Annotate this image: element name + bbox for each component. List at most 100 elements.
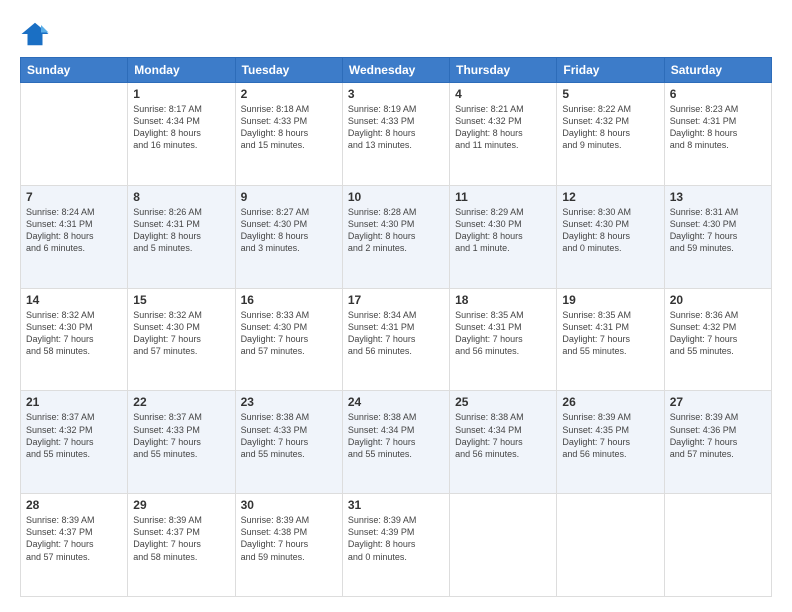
calendar-cell: 13 Sunrise: 8:31 AM Sunset: 4:30 PM Dayli… bbox=[664, 185, 771, 288]
calendar-cell: 21 Sunrise: 8:37 AM Sunset: 4:32 PM Dayli… bbox=[21, 391, 128, 494]
calendar-table: SundayMondayTuesdayWednesdayThursdayFrid… bbox=[20, 57, 772, 597]
calendar-cell: 11 Sunrise: 8:29 AM Sunset: 4:30 PM Dayli… bbox=[450, 185, 557, 288]
day-number: 28 bbox=[26, 498, 122, 512]
calendar-cell: 26 Sunrise: 8:39 AM Sunset: 4:35 PM Dayli… bbox=[557, 391, 664, 494]
day-info: Sunrise: 8:27 AM Sunset: 4:30 PM Dayligh… bbox=[241, 206, 337, 255]
calendar-cell: 5 Sunrise: 8:22 AM Sunset: 4:32 PM Daylig… bbox=[557, 83, 664, 186]
logo-icon bbox=[20, 19, 50, 49]
day-info: Sunrise: 8:17 AM Sunset: 4:34 PM Dayligh… bbox=[133, 103, 229, 152]
calendar-cell: 22 Sunrise: 8:37 AM Sunset: 4:33 PM Dayli… bbox=[128, 391, 235, 494]
weekday-header-monday: Monday bbox=[128, 58, 235, 83]
calendar-week-row: 1 Sunrise: 8:17 AM Sunset: 4:34 PM Daylig… bbox=[21, 83, 772, 186]
day-number: 8 bbox=[133, 190, 229, 204]
calendar-cell bbox=[664, 494, 771, 597]
logo bbox=[20, 19, 53, 49]
calendar-cell: 2 Sunrise: 8:18 AM Sunset: 4:33 PM Daylig… bbox=[235, 83, 342, 186]
day-number: 13 bbox=[670, 190, 766, 204]
calendar-cell: 1 Sunrise: 8:17 AM Sunset: 4:34 PM Daylig… bbox=[128, 83, 235, 186]
day-info: Sunrise: 8:19 AM Sunset: 4:33 PM Dayligh… bbox=[348, 103, 444, 152]
weekday-header-thursday: Thursday bbox=[450, 58, 557, 83]
day-number: 6 bbox=[670, 87, 766, 101]
calendar-cell: 23Sunrise: 8:38 AM Sunset: 4:33 PM Dayli… bbox=[235, 391, 342, 494]
calendar-cell bbox=[557, 494, 664, 597]
calendar-cell: 20 Sunrise: 8:36 AM Sunset: 4:32 PM Dayli… bbox=[664, 288, 771, 391]
day-info: Sunrise: 8:31 AM Sunset: 4:30 PM Dayligh… bbox=[670, 206, 766, 255]
day-number: 21 bbox=[26, 395, 122, 409]
day-number: 20 bbox=[670, 293, 766, 307]
calendar-week-row: 7Sunrise: 8:24 AM Sunset: 4:31 PM Daylig… bbox=[21, 185, 772, 288]
weekday-header-row: SundayMondayTuesdayWednesdayThursdayFrid… bbox=[21, 58, 772, 83]
day-info: Sunrise: 8:36 AM Sunset: 4:32 PM Dayligh… bbox=[670, 309, 766, 358]
day-number: 25 bbox=[455, 395, 551, 409]
calendar-cell: 7Sunrise: 8:24 AM Sunset: 4:31 PM Daylig… bbox=[21, 185, 128, 288]
calendar-cell: 28 Sunrise: 8:39 AM Sunset: 4:37 PM Dayli… bbox=[21, 494, 128, 597]
calendar-cell: 10Sunrise: 8:28 AM Sunset: 4:30 PM Dayli… bbox=[342, 185, 449, 288]
calendar-cell: 9Sunrise: 8:27 AM Sunset: 4:30 PM Daylig… bbox=[235, 185, 342, 288]
calendar-cell: 17Sunrise: 8:34 AM Sunset: 4:31 PM Dayli… bbox=[342, 288, 449, 391]
day-info: Sunrise: 8:39 AM Sunset: 4:38 PM Dayligh… bbox=[241, 514, 337, 563]
day-info: Sunrise: 8:35 AM Sunset: 4:31 PM Dayligh… bbox=[562, 309, 658, 358]
day-info: Sunrise: 8:32 AM Sunset: 4:30 PM Dayligh… bbox=[26, 309, 122, 358]
calendar-cell: 19 Sunrise: 8:35 AM Sunset: 4:31 PM Dayli… bbox=[557, 288, 664, 391]
day-info: Sunrise: 8:39 AM Sunset: 4:37 PM Dayligh… bbox=[26, 514, 122, 563]
day-number: 30 bbox=[241, 498, 337, 512]
weekday-header-saturday: Saturday bbox=[664, 58, 771, 83]
weekday-header-sunday: Sunday bbox=[21, 58, 128, 83]
day-number: 5 bbox=[562, 87, 658, 101]
weekday-header-tuesday: Tuesday bbox=[235, 58, 342, 83]
day-info: Sunrise: 8:34 AM Sunset: 4:31 PM Dayligh… bbox=[348, 309, 444, 358]
day-number: 1 bbox=[133, 87, 229, 101]
day-info: Sunrise: 8:39 AM Sunset: 4:36 PM Dayligh… bbox=[670, 411, 766, 460]
day-info: Sunrise: 8:39 AM Sunset: 4:35 PM Dayligh… bbox=[562, 411, 658, 460]
calendar-cell bbox=[21, 83, 128, 186]
day-number: 23 bbox=[241, 395, 337, 409]
day-number: 4 bbox=[455, 87, 551, 101]
calendar-cell: 3 Sunrise: 8:19 AM Sunset: 4:33 PM Daylig… bbox=[342, 83, 449, 186]
day-number: 10 bbox=[348, 190, 444, 204]
calendar-cell: 29Sunrise: 8:39 AM Sunset: 4:37 PM Dayli… bbox=[128, 494, 235, 597]
day-info: Sunrise: 8:21 AM Sunset: 4:32 PM Dayligh… bbox=[455, 103, 551, 152]
day-info: Sunrise: 8:22 AM Sunset: 4:32 PM Dayligh… bbox=[562, 103, 658, 152]
calendar-cell: 6 Sunrise: 8:23 AM Sunset: 4:31 PM Daylig… bbox=[664, 83, 771, 186]
calendar-cell: 30 Sunrise: 8:39 AM Sunset: 4:38 PM Dayli… bbox=[235, 494, 342, 597]
day-info: Sunrise: 8:32 AM Sunset: 4:30 PM Dayligh… bbox=[133, 309, 229, 358]
calendar-cell: 12 Sunrise: 8:30 AM Sunset: 4:30 PM Dayli… bbox=[557, 185, 664, 288]
day-number: 19 bbox=[562, 293, 658, 307]
day-info: Sunrise: 8:38 AM Sunset: 4:34 PM Dayligh… bbox=[455, 411, 551, 460]
day-number: 3 bbox=[348, 87, 444, 101]
day-info: Sunrise: 8:26 AM Sunset: 4:31 PM Dayligh… bbox=[133, 206, 229, 255]
calendar-week-row: 14 Sunrise: 8:32 AM Sunset: 4:30 PM Dayli… bbox=[21, 288, 772, 391]
day-info: Sunrise: 8:33 AM Sunset: 4:30 PM Dayligh… bbox=[241, 309, 337, 358]
day-number: 18 bbox=[455, 293, 551, 307]
day-number: 29 bbox=[133, 498, 229, 512]
day-number: 2 bbox=[241, 87, 337, 101]
calendar-cell: 15 Sunrise: 8:32 AM Sunset: 4:30 PM Dayli… bbox=[128, 288, 235, 391]
day-number: 14 bbox=[26, 293, 122, 307]
day-info: Sunrise: 8:23 AM Sunset: 4:31 PM Dayligh… bbox=[670, 103, 766, 152]
day-number: 31 bbox=[348, 498, 444, 512]
calendar-week-row: 28 Sunrise: 8:39 AM Sunset: 4:37 PM Dayli… bbox=[21, 494, 772, 597]
calendar-cell: 18Sunrise: 8:35 AM Sunset: 4:31 PM Dayli… bbox=[450, 288, 557, 391]
calendar-cell: 27Sunrise: 8:39 AM Sunset: 4:36 PM Dayli… bbox=[664, 391, 771, 494]
day-info: Sunrise: 8:37 AM Sunset: 4:32 PM Dayligh… bbox=[26, 411, 122, 460]
calendar-cell: 8 Sunrise: 8:26 AM Sunset: 4:31 PM Daylig… bbox=[128, 185, 235, 288]
day-number: 24 bbox=[348, 395, 444, 409]
day-number: 11 bbox=[455, 190, 551, 204]
day-number: 15 bbox=[133, 293, 229, 307]
day-info: Sunrise: 8:30 AM Sunset: 4:30 PM Dayligh… bbox=[562, 206, 658, 255]
calendar-cell bbox=[450, 494, 557, 597]
day-info: Sunrise: 8:29 AM Sunset: 4:30 PM Dayligh… bbox=[455, 206, 551, 255]
calendar-cell: 25 Sunrise: 8:38 AM Sunset: 4:34 PM Dayli… bbox=[450, 391, 557, 494]
day-number: 26 bbox=[562, 395, 658, 409]
calendar-cell: 16 Sunrise: 8:33 AM Sunset: 4:30 PM Dayli… bbox=[235, 288, 342, 391]
day-number: 22 bbox=[133, 395, 229, 409]
day-number: 12 bbox=[562, 190, 658, 204]
page: SundayMondayTuesdayWednesdayThursdayFrid… bbox=[0, 0, 792, 612]
calendar-cell: 24Sunrise: 8:38 AM Sunset: 4:34 PM Dayli… bbox=[342, 391, 449, 494]
day-number: 16 bbox=[241, 293, 337, 307]
calendar-cell: 31Sunrise: 8:39 AM Sunset: 4:39 PM Dayli… bbox=[342, 494, 449, 597]
day-info: Sunrise: 8:37 AM Sunset: 4:33 PM Dayligh… bbox=[133, 411, 229, 460]
day-info: Sunrise: 8:18 AM Sunset: 4:33 PM Dayligh… bbox=[241, 103, 337, 152]
weekday-header-friday: Friday bbox=[557, 58, 664, 83]
calendar-cell: 4 Sunrise: 8:21 AM Sunset: 4:32 PM Daylig… bbox=[450, 83, 557, 186]
